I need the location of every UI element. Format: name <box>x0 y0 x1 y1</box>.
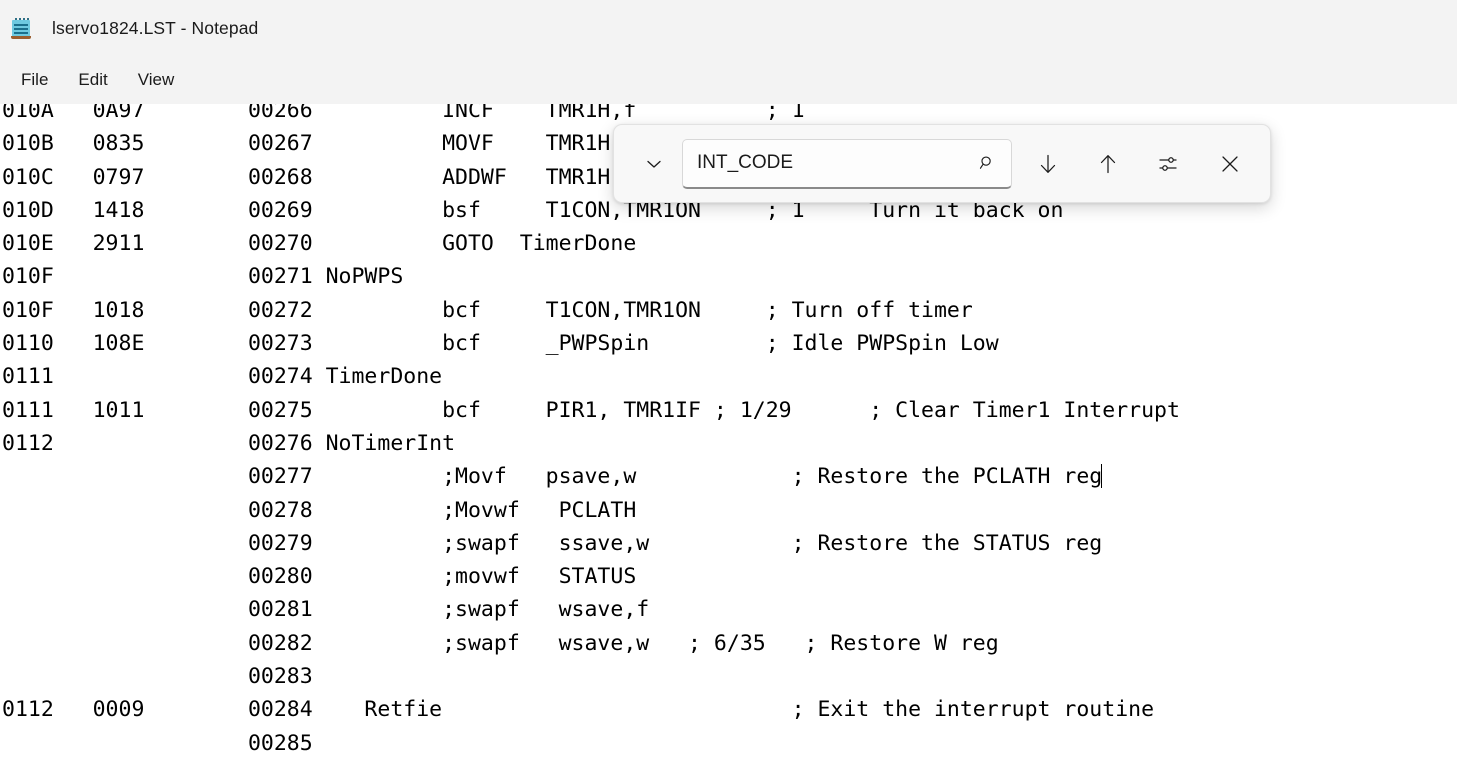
text-caret <box>1101 464 1102 488</box>
arrow-down-icon <box>1036 152 1060 176</box>
close-icon <box>1219 153 1241 175</box>
text-editor-area[interactable]: 010A 0A97 00266 INCF TMR1H,f ; 1 010B 08… <box>0 104 1457 767</box>
search-icon <box>978 154 997 173</box>
find-options-button[interactable] <box>1144 140 1192 188</box>
notepad-icon <box>10 16 32 40</box>
find-bar <box>613 124 1271 203</box>
sliders-icon <box>1156 152 1180 176</box>
find-input-wrapper[interactable] <box>682 139 1012 189</box>
find-previous-button[interactable] <box>1084 140 1132 188</box>
arrow-up-icon <box>1096 152 1120 176</box>
menu-bar: File Edit View <box>0 56 1457 104</box>
menu-item-edit[interactable]: Edit <box>63 65 122 95</box>
find-input[interactable] <box>683 140 953 187</box>
document-content[interactable]: 010A 0A97 00266 INCF TMR1H,f ; 1 010B 08… <box>0 104 1180 767</box>
find-next-button[interactable] <box>1024 140 1072 188</box>
close-find-button[interactable] <box>1206 140 1254 188</box>
title-bar: lservo1824.LST - Notepad <box>0 0 1457 56</box>
chevron-down-icon[interactable] <box>630 140 678 188</box>
menu-item-file[interactable]: File <box>6 65 63 95</box>
window-title: lservo1824.LST - Notepad <box>52 18 258 39</box>
menu-item-view[interactable]: View <box>123 65 190 95</box>
